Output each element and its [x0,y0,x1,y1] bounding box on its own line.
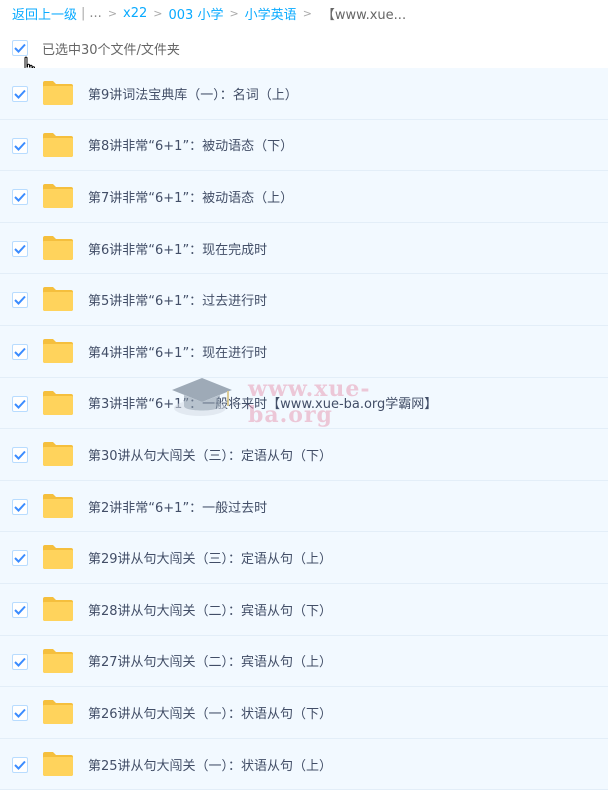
checkmark-icon [14,657,26,667]
checkmark-icon [14,708,26,719]
file-name[interactable]: 第28讲从句大闯关（二）：宾语从句（下） [88,600,332,619]
list-item[interactable]: 第2讲非常“6+1”：一般过去时 [0,480,608,533]
folder-icon [43,700,73,725]
checkmark-icon [14,43,26,53]
file-name[interactable]: 第4讲非常“6+1”：现在进行时 [88,342,267,361]
folder-icon [43,235,73,260]
file-list: 第9讲词法宝典库（一）：名词（上） 第8讲非常“6+1”：被动语态（下） 第7讲非常… [0,68,608,790]
folder-icon [43,287,73,312]
file-name[interactable]: 第5讲非常“6+1”：过去进行时 [88,290,267,309]
file-name[interactable]: 第29讲从句大闯关（三）：定语从句（上） [88,548,332,567]
file-checkbox[interactable] [12,705,28,722]
checkmark-icon [14,760,26,770]
select-all-checkbox[interactable] [12,40,28,56]
breadcrumb-item-003[interactable]: 003 小学 [169,4,224,23]
folder-icon [43,81,73,105]
checkmark-icon [14,347,26,357]
file-checkbox[interactable] [12,292,28,309]
list-item[interactable]: 第3讲非常“6+1”：一般将来时【www.xue-ba.org学霸网】 [0,377,608,430]
file-name[interactable]: 第7讲非常“6+1”：被动语态（上） [88,187,293,206]
list-item[interactable]: 第8讲非常“6+1”：被动语态（下） [0,119,608,172]
folder-icon [43,338,73,363]
breadcrumb-separator: > [302,6,312,20]
checkmark-icon [14,296,26,306]
file-checkbox[interactable] [12,447,28,464]
folder-icon [43,390,73,415]
checkmark-icon [14,554,26,564]
file-checkbox[interactable] [12,550,28,567]
checkmark-icon [14,141,26,151]
list-item[interactable]: 第7讲非常“6+1”：被动语态（上） [0,171,608,223]
checkmark-icon [14,502,26,512]
breadcrumb-ellipsis[interactable]: ... [89,6,101,21]
folder-icon [43,132,73,157]
folder-icon [43,596,73,621]
file-name[interactable]: 第25讲从句大闯关（一）：状语从句（上） [88,755,332,774]
file-name[interactable]: 第8讲非常“6+1”：被动语态（下） [88,135,293,154]
folder-icon [43,648,73,673]
checkmark-icon [14,450,26,461]
list-item[interactable]: 第26讲从句大闯关（一）：状语从句（下） [0,687,608,739]
folder-icon [43,493,73,518]
list-item[interactable]: 第4讲非常“6+1”：现在进行时 [0,325,608,378]
file-name[interactable]: 第6讲非常“6+1”：现在完成时 [88,239,267,258]
file-checkbox[interactable] [12,653,28,670]
file-checkbox[interactable] [12,498,28,515]
folder-icon [43,442,73,467]
file-checkbox[interactable] [12,86,28,102]
list-item[interactable]: 第25讲从句大闯关（一）：状语从句（上） [0,738,608,790]
file-name[interactable]: 第26讲从句大闯关（一）：状语从句（下） [88,703,332,722]
checkmark-icon [14,244,26,254]
file-checkbox[interactable] [12,137,28,154]
breadcrumb-item-x22[interactable]: x22 [123,6,147,21]
breadcrumb: 返回上一级 | ... > x22 > 003 小学 > 小学英语 > 【www… [0,0,608,26]
file-name[interactable]: 第27讲从句大闯关（二）：宾语从句（上） [88,651,332,670]
breadcrumb-divider: | [81,5,86,21]
list-item[interactable]: 第6讲非常“6+1”：现在完成时 [0,222,608,275]
back-link[interactable]: 返回上一级 [12,4,77,23]
file-checkbox[interactable] [12,343,28,360]
file-name[interactable]: 第30讲从句大闯关（三）：定语从句（下） [88,445,332,464]
file-name[interactable]: 第2讲非常“6+1”：一般过去时 [88,497,267,516]
selection-count: 已选中30个文件/文件夹 [42,42,180,58]
breadcrumb-current: 【www.xue... [321,7,407,23]
list-item[interactable]: 第30讲从句大闯关（三）：定语从句（下） [0,429,608,481]
folder-icon [43,545,73,570]
list-item[interactable]: 第9讲词法宝典库（一）：名词（上） [0,68,608,120]
breadcrumb-separator: > [153,6,163,20]
list-item[interactable]: 第28讲从句大闯关（二）：宾语从句（下） [0,583,608,636]
list-item[interactable]: 第29讲从句大闯关（三）：定语从句（上） [0,532,608,584]
file-checkbox[interactable] [12,756,28,773]
file-checkbox[interactable] [12,189,28,206]
folder-icon [43,184,73,209]
file-checkbox[interactable] [12,240,28,257]
list-item[interactable]: 第5讲非常“6+1”：过去进行时 [0,274,608,326]
file-checkbox[interactable] [12,395,28,412]
breadcrumb-item-english[interactable]: 小学英语 [245,4,297,23]
checkmark-icon [14,193,26,203]
folder-icon [43,751,73,776]
file-name[interactable]: 第9讲词法宝典库（一）：名词（上） [88,84,298,103]
file-name[interactable]: 第3讲非常“6+1”：一般将来时【www.xue-ba.org学霸网】 [88,393,437,412]
list-item[interactable]: 第27讲从句大闯关（二）：宾语从句（上） [0,635,608,688]
checkmark-icon [14,399,26,409]
checkmark-icon [14,605,26,615]
breadcrumb-separator: > [107,6,118,20]
checkmark-icon [14,89,26,99]
file-checkbox[interactable] [12,601,28,618]
breadcrumb-separator: > [229,6,239,20]
